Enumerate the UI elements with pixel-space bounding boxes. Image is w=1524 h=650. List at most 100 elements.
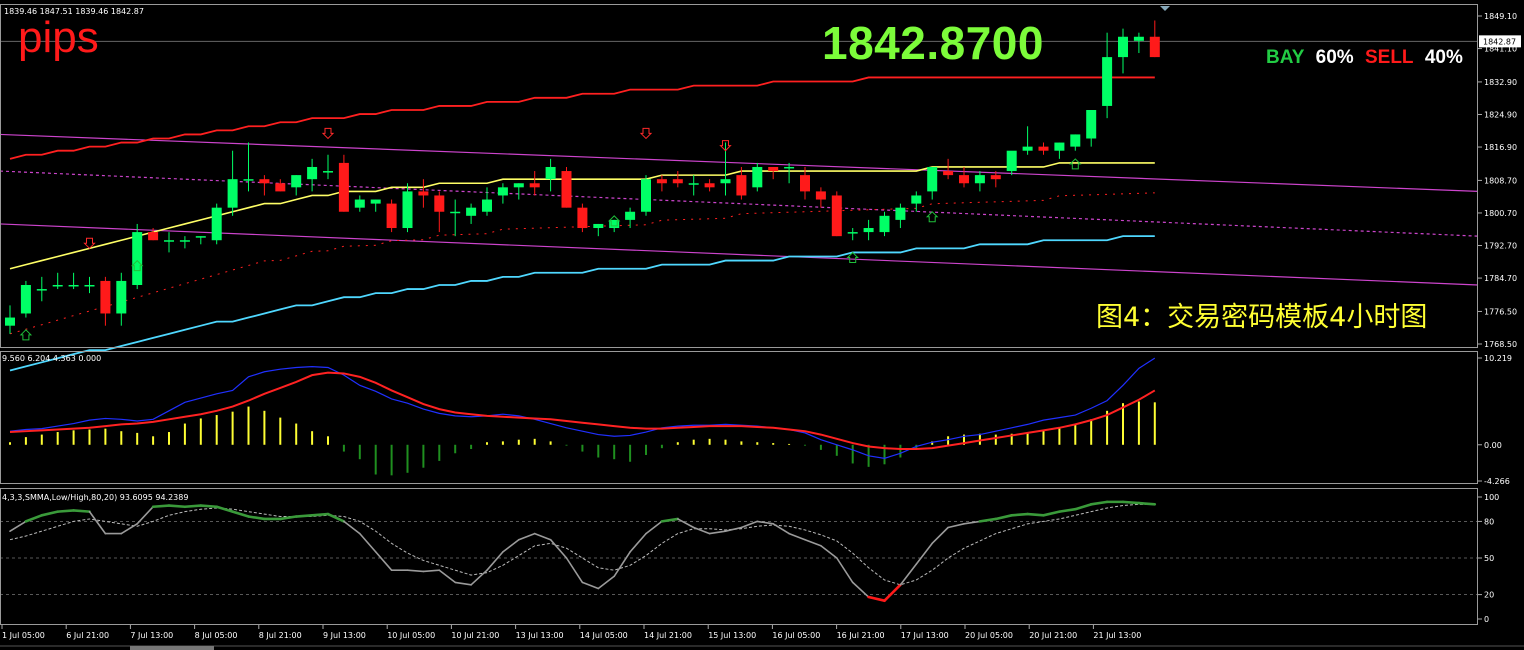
current-price-display: 1842.8700 <box>822 17 1044 69</box>
price-tick-label: 1784.70 <box>1484 274 1517 283</box>
stoch-main-segment <box>486 551 504 572</box>
sell-label: SELL <box>1364 47 1414 68</box>
sell-arrow-icon <box>321 127 335 140</box>
candle-body <box>720 179 731 184</box>
sell-percent: 40% <box>1424 47 1463 68</box>
stoch-main-segment <box>310 512 330 517</box>
stoch-main-segment <box>613 551 631 578</box>
stoch-main-segment <box>915 542 934 565</box>
time-axis: 1 Jul 05:00 6 Jul 21:00 7 Jul 13:00 8 Jul 0… <box>0 625 1524 650</box>
candle-body <box>243 179 254 181</box>
candle-body <box>100 280 111 314</box>
candle-body <box>768 166 779 172</box>
candle-body <box>291 175 302 188</box>
stoch-main-segment <box>72 509 91 513</box>
candle-body <box>641 179 651 212</box>
stoch-main-segment <box>502 538 520 553</box>
candle-body <box>577 207 588 229</box>
candle-body <box>1102 57 1113 106</box>
stoch-main-segment <box>438 569 457 584</box>
stoch-main-segment <box>326 512 346 523</box>
stoch-main-segment <box>724 526 743 532</box>
scroll-marker-icon <box>1160 6 1170 11</box>
stoch-main-segment <box>56 509 75 513</box>
candle-body <box>545 166 556 180</box>
stoch-main-segment <box>883 583 902 603</box>
time-tick-label: 20 Jul 05:00 <box>965 631 1013 640</box>
time-tick-label: 21 Jul 13:00 <box>1093 631 1141 640</box>
stoch-main-segment <box>517 532 536 541</box>
candle-body <box>450 211 461 214</box>
candle-body <box>386 203 397 229</box>
stoch-main-segment <box>597 575 616 590</box>
candle-body <box>338 162 349 212</box>
candle-body <box>20 284 31 314</box>
candle-body <box>736 175 747 196</box>
macd-tick-label: 0.00 <box>1484 441 1502 450</box>
stochastic-label: 4,3,3,SMMA,Low/High,80,20) 93.6095 94.23… <box>2 493 189 502</box>
candle-body <box>974 175 985 184</box>
stoch-main-segment <box>9 520 27 532</box>
candle-body <box>847 232 858 234</box>
stoch-main-segment <box>24 513 44 523</box>
stoch-main-segment <box>1137 501 1157 506</box>
stoch-main-segment <box>931 526 949 545</box>
candle-body <box>36 289 47 291</box>
stoch-main-segment <box>1026 512 1045 517</box>
stoch-main-segment <box>1010 512 1029 517</box>
stoch-main-segment <box>549 538 568 559</box>
candle-body <box>863 228 874 233</box>
candle-body <box>402 191 413 229</box>
stoch-main-segment <box>422 569 441 573</box>
candle-body <box>195 236 206 238</box>
candle-body <box>513 183 524 188</box>
price-tick-label: 1800.70 <box>1484 209 1517 218</box>
candle-body <box>561 171 572 208</box>
stoch-main-segment <box>294 513 314 518</box>
stoch-main-segment <box>994 513 1014 521</box>
time-tick-label: 16 Jul 05:00 <box>772 631 820 640</box>
stoch-main-segment <box>1042 510 1061 517</box>
candle-body <box>959 175 969 184</box>
time-tick-label: 10 Jul 21:00 <box>451 631 499 640</box>
stoch-main-segment <box>406 569 425 573</box>
candle-body <box>831 195 842 237</box>
candle-body <box>52 284 63 287</box>
stoch-main-segment <box>804 538 822 547</box>
price-tick-label: 1776.50 <box>1484 307 1517 316</box>
stoch-main-segment <box>533 532 552 541</box>
upper-band-red <box>9 76 1155 160</box>
candle-body <box>593 223 604 229</box>
stoch-main-segment <box>867 595 886 603</box>
candle-body <box>68 284 79 287</box>
stoch-main-segment <box>676 518 695 529</box>
stoch-main-segment <box>1121 500 1141 505</box>
stochastic-pane: 100 80 50 20 0 <box>0 493 1499 624</box>
stoch-main-segment <box>247 515 266 521</box>
candle-body <box>211 207 222 241</box>
price-tick-label: 1792.70 <box>1484 242 1517 251</box>
macd-pane: 10.219 0.00 -4.266 <box>9 354 1512 486</box>
candle-body <box>1133 36 1144 41</box>
candle-body <box>116 280 127 314</box>
stoch-main-segment <box>151 504 171 509</box>
candle-body <box>164 240 174 242</box>
stoch-main-segment <box>645 520 663 535</box>
time-tick-label: 1 Jul 05:00 <box>2 631 45 640</box>
candle-body <box>84 284 95 287</box>
stoch-main-segment <box>899 563 918 586</box>
stoch-signal-line <box>9 503 1155 586</box>
buy-arrow-icon <box>19 329 33 341</box>
candle-body <box>323 171 333 173</box>
candle-body <box>132 232 143 285</box>
macd-tick-label: -4.266 <box>1484 477 1510 486</box>
candle-body <box>529 183 540 188</box>
macd-label: 9.560 6.204 4.363 0.000 <box>2 354 102 363</box>
time-tick-label: 17 Jul 13:00 <box>901 631 949 640</box>
stoch-main-segment <box>470 569 488 586</box>
candle-body <box>1118 36 1128 58</box>
candle-body <box>815 191 826 200</box>
time-tick-label: 9 Jul 13:00 <box>323 631 366 640</box>
stoch-main-segment <box>581 581 600 590</box>
stoch-tick-label: 80 <box>1484 517 1494 526</box>
